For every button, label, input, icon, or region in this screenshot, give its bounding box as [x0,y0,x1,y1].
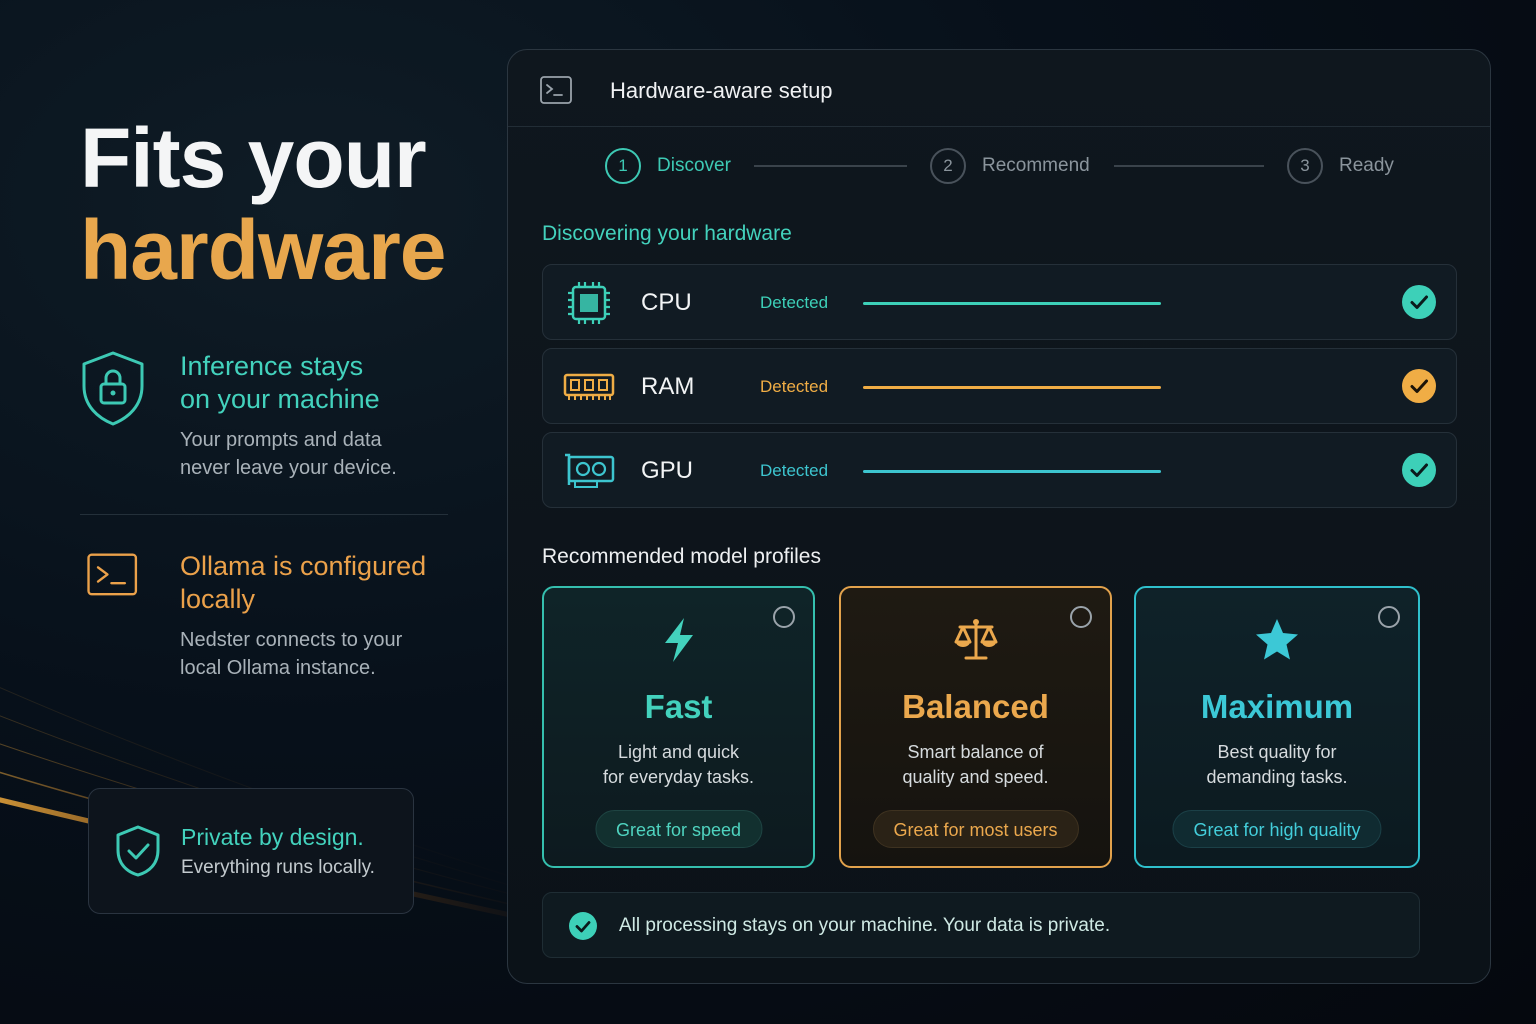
hardware-status: Detected [760,293,829,312]
private-card-title: Private by design. [181,823,364,850]
feature-divider [80,514,448,515]
feature-title: Ollama is configured locally [180,550,426,616]
feature-ollama-local: Ollama is configured locally Nedster con… [80,550,426,682]
cpu-chip-icon [568,282,610,324]
profile-tag: Great for speed [594,810,763,848]
hardware-progress-bar [863,386,1161,389]
profile-radio[interactable] [1378,606,1400,628]
step-connector [1114,165,1264,167]
feature-desc-line: never leave your device. [180,457,397,479]
profile-description: Best quality for demanding tasks. [1136,740,1418,790]
check-circle-icon [1402,285,1436,319]
step-label: Ready [1339,155,1394,176]
step-number: 1 [605,148,641,184]
feature-title: Inference stays on your machine [180,350,397,416]
profile-radio[interactable] [1070,606,1092,628]
profile-desc-line: Smart balance of [907,742,1044,762]
hardware-name: GPU [641,457,694,484]
profile-name: Balanced [902,688,1049,725]
profile-description: Smart balance of quality and speed. [841,740,1110,790]
hardware-status: Detected [760,461,829,480]
hardware-row-gpu: GPU Detected [542,432,1457,508]
private-by-design-card: Private by design. Everything runs local… [88,788,414,914]
profile-name: Fast [644,688,713,725]
profile-desc-line: for everyday tasks. [602,767,755,787]
profile-desc-line: Best quality for [1217,742,1337,762]
gpu-card-icon [565,453,615,488]
private-card-subtitle: Everything runs locally. [181,856,375,878]
profile-desc-line: quality and speed. [902,767,1049,787]
feature-local-inference: Inference stays on your machine Your pro… [80,350,397,482]
hardware-row-ram: RAM Detected [542,348,1457,424]
step-number: 3 [1287,148,1323,184]
discover-section-title: Discovering your hardware [542,222,792,245]
step-ready[interactable]: 3 Ready [1287,148,1394,184]
step-recommend[interactable]: 2 Recommend [930,148,1090,184]
scale-icon [954,619,997,660]
panel-title: Hardware-aware setup [610,78,833,103]
feature-title-line: Inference stays [180,351,364,381]
terminal-icon [540,76,572,104]
hardware-status: Detected [760,377,829,396]
setup-stepper: 1 Discover 2 Recommend 3 Ready [508,148,1492,186]
shield-check-icon [116,825,160,877]
profile-name: Maximum [1200,688,1354,725]
step-number: 2 [930,148,966,184]
shield-lock-icon [82,351,144,426]
terminal-icon [87,553,138,596]
feature-description: Nedster connects to your local Ollama in… [180,626,426,682]
hardware-name: RAM [641,373,695,400]
ram-module-icon [563,373,615,400]
profile-card-maximum[interactable]: Maximum Best quality for demanding tasks… [1134,586,1420,868]
feature-desc-line: Your prompts and data [180,429,382,451]
step-label: Recommend [982,155,1090,176]
check-circle-icon [1402,369,1436,403]
feature-title-line: locally [180,584,256,614]
profile-tag: Great for high quality [1172,810,1382,848]
hardware-progress-bar [863,470,1161,473]
hardware-progress-bar [863,302,1161,305]
lightning-bolt-icon [664,618,693,662]
feature-title-line: on your machine [180,384,380,414]
feature-desc-line: Nedster connects to your [180,629,403,651]
panel-header: Hardware-aware setup [508,50,1490,127]
step-discover[interactable]: 1 Discover [605,148,731,184]
privacy-note: All processing stays on your machine. Yo… [542,892,1420,958]
hardware-name: CPU [641,289,692,316]
hero-line-2: hardware [80,203,446,297]
feature-desc-line: local Ollama instance. [180,657,376,679]
profile-tag: Great for most users [872,810,1079,848]
feature-description: Your prompts and data never leave your d… [180,426,397,482]
privacy-note-text: All processing stays on your machine. Yo… [619,915,1111,936]
profile-card-balanced[interactable]: Balanced Smart balance of quality and sp… [839,586,1112,868]
hero-heading: Fits your hardware [80,112,446,296]
check-circle-icon [569,912,597,940]
profiles-section-title: Recommended model profiles [542,545,821,568]
star-icon [1256,619,1298,660]
profile-description: Light and quick for everyday tasks. [544,740,813,790]
profile-card-fast[interactable]: Fast Light and quick for everyday tasks.… [542,586,815,868]
hero-line-1: Fits your [80,111,427,205]
profile-desc-line: demanding tasks. [1206,767,1348,787]
hardware-setup-panel: Hardware-aware setup 1 Discover 2 Recomm… [507,49,1491,984]
profile-desc-line: Light and quick [617,742,740,762]
hardware-row-cpu: CPU Detected [542,264,1457,340]
check-circle-icon [1402,453,1436,487]
profile-radio[interactable] [773,606,795,628]
feature-title-line: Ollama is configured [180,551,427,581]
step-label: Discover [657,155,731,176]
step-connector [754,165,907,167]
